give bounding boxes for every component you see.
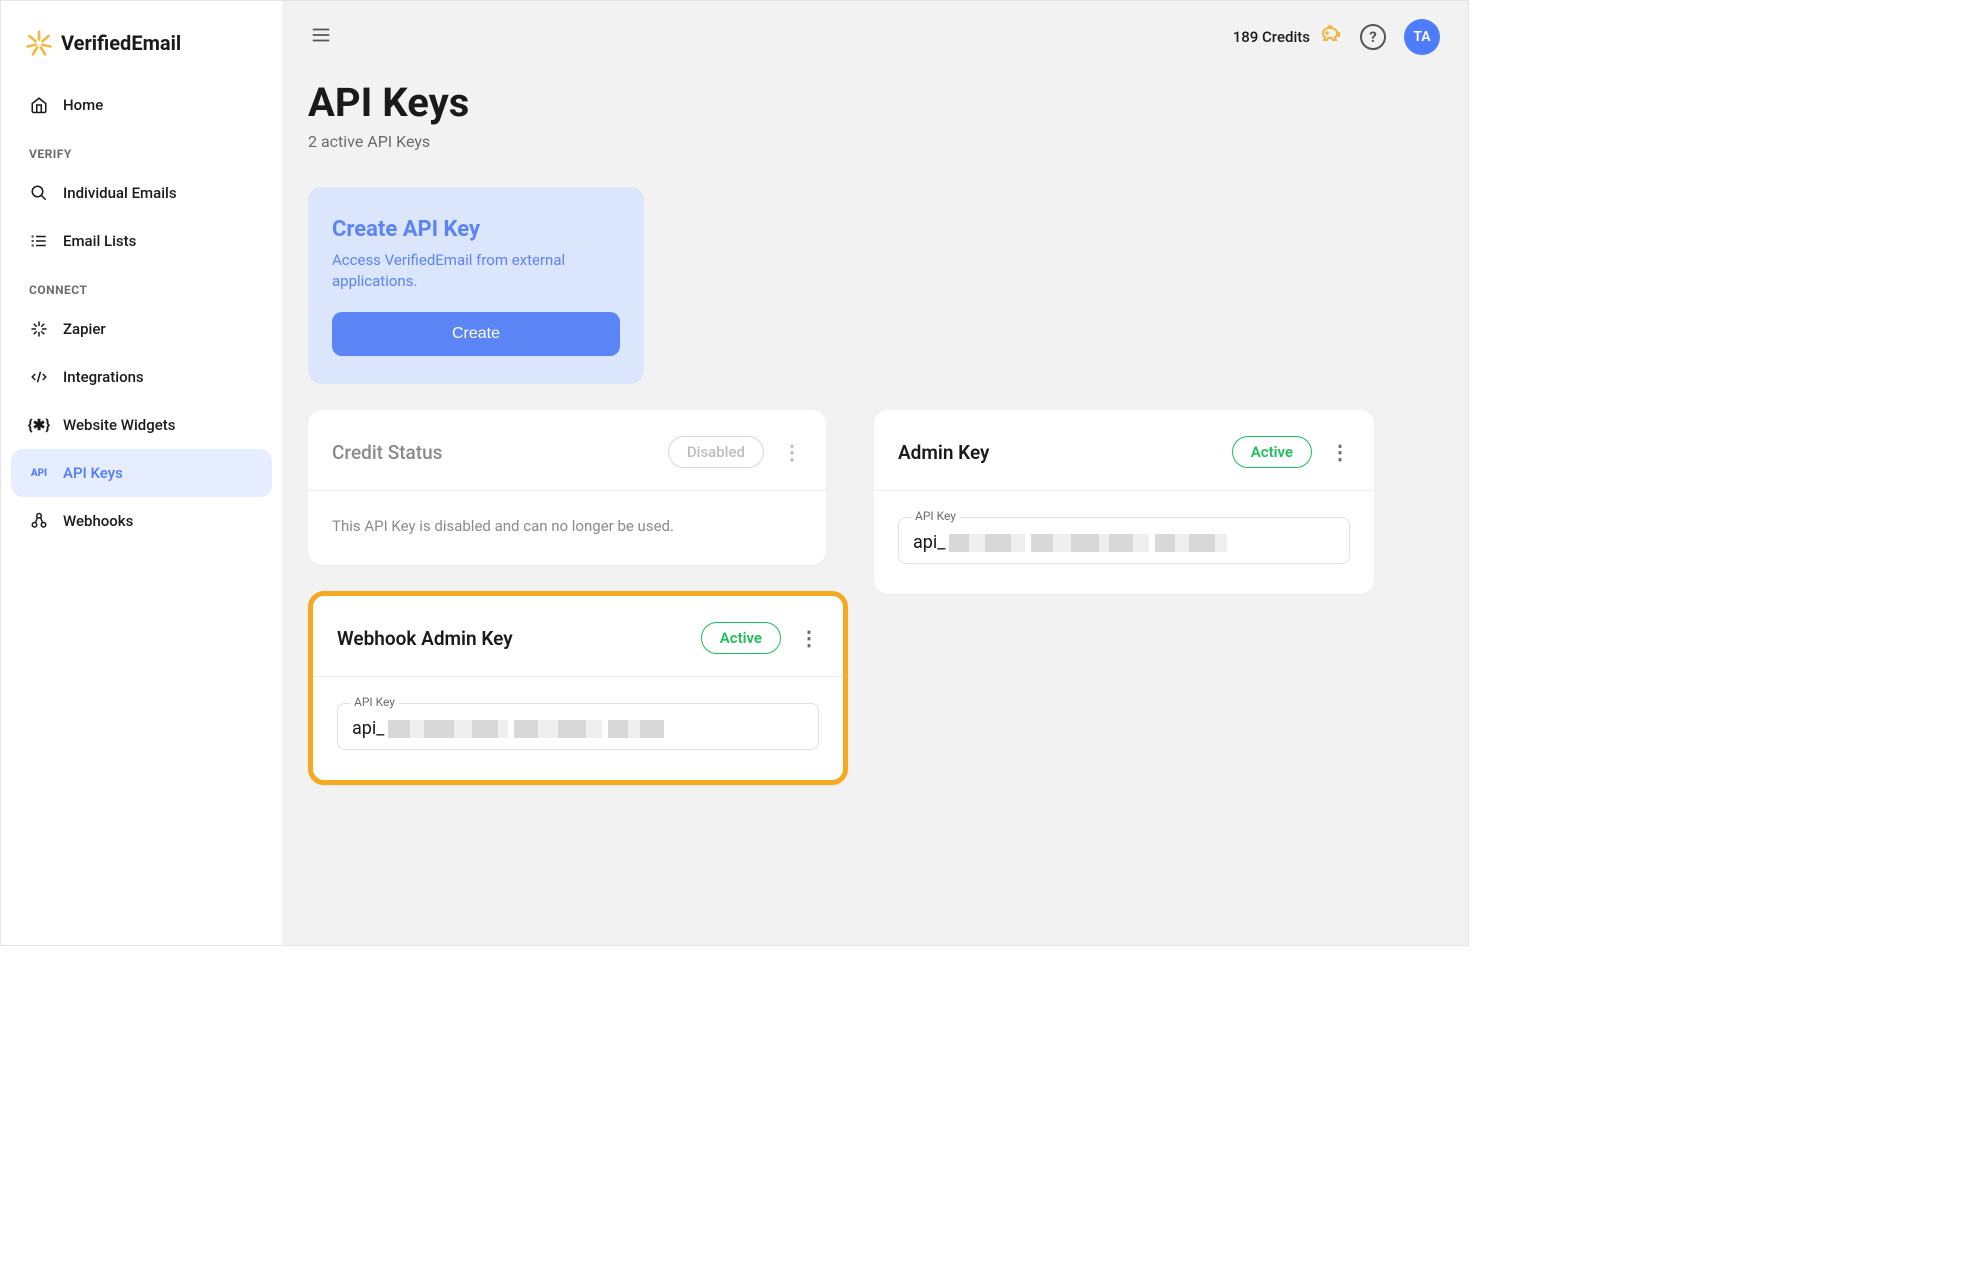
sidebar-item-label: Individual Emails: [63, 184, 177, 202]
brand-logo[interactable]: VerifiedEmail: [11, 21, 272, 81]
create-button[interactable]: Create: [332, 312, 620, 356]
user-avatar[interactable]: TA: [1404, 19, 1440, 55]
logo-mark-icon: [25, 29, 53, 57]
sidebar-item-label: Webhooks: [63, 512, 133, 530]
create-card-title: Create API Key: [332, 217, 620, 242]
card-title: Credit Status: [332, 441, 442, 464]
sidebar-item-label: Integrations: [63, 368, 144, 386]
sidebar-item-label: Website Widgets: [63, 416, 175, 434]
api-key-field[interactable]: API Key api_: [898, 517, 1350, 564]
sidebar-item-individual-emails[interactable]: Individual Emails: [11, 169, 272, 217]
key-prefix: api_: [352, 718, 384, 739]
sidebar-section-connect: CONNECT: [11, 265, 272, 305]
zapier-icon: [29, 319, 49, 339]
help-button[interactable]: ?: [1360, 24, 1386, 50]
redacted-key-value: [388, 720, 664, 738]
field-label: API Key: [350, 695, 399, 709]
api-key-card-admin: Admin Key Active ⋮ API Key api_: [874, 410, 1374, 594]
sidebar-item-label: Zapier: [63, 320, 106, 338]
api-key-card-credit-status: Credit Status Disabled ⋮ This API Key is…: [308, 410, 826, 565]
sidebar-item-label: Email Lists: [63, 232, 136, 250]
api-icon: API: [29, 463, 49, 483]
status-badge: Active: [701, 622, 781, 654]
redacted-key-value: [949, 534, 1227, 552]
page-title: API Keys: [308, 79, 1442, 126]
sidebar-item-zapier[interactable]: Zapier: [11, 305, 272, 353]
status-badge: Disabled: [668, 436, 764, 468]
menu-toggle-button[interactable]: [310, 24, 332, 50]
field-label: API Key: [911, 509, 960, 523]
create-card-description: Access VerifiedEmail from external appli…: [332, 250, 620, 292]
create-api-key-card: Create API Key Access VerifiedEmail from…: [308, 187, 644, 384]
braces-icon: {✱}: [29, 415, 49, 435]
sidebar-item-home[interactable]: Home: [11, 81, 272, 129]
card-title: Admin Key: [898, 441, 990, 464]
topbar: 189 Credits ? TA: [282, 1, 1468, 73]
brand-name: VerifiedEmail: [61, 31, 181, 55]
main-area: 189 Credits ? TA API Keys 2 active API K…: [282, 1, 1468, 945]
status-badge: Active: [1232, 436, 1312, 468]
sidebar-item-label: Home: [63, 96, 103, 114]
sidebar-item-website-widgets[interactable]: {✱} Website Widgets: [11, 401, 272, 449]
piggy-bank-icon: [1318, 23, 1342, 51]
card-menu-button[interactable]: ⋮: [1330, 440, 1350, 464]
api-key-field[interactable]: API Key api_: [337, 703, 819, 750]
sidebar: VerifiedEmail Home VERIFY Individual Ema…: [1, 1, 282, 945]
sidebar-item-api-keys[interactable]: API API Keys: [11, 449, 272, 497]
card-title: Webhook Admin Key: [337, 627, 513, 650]
sidebar-item-integrations[interactable]: Integrations: [11, 353, 272, 401]
sidebar-item-webhooks[interactable]: Webhooks: [11, 497, 272, 545]
card-body-message: This API Key is disabled and can no long…: [308, 491, 826, 565]
sidebar-item-label: API Keys: [63, 464, 123, 482]
credits-text: 189 Credits: [1233, 28, 1310, 46]
page-subtitle: 2 active API Keys: [308, 132, 1442, 151]
card-menu-button[interactable]: ⋮: [799, 626, 819, 650]
home-icon: [29, 95, 49, 115]
key-prefix: api_: [913, 532, 945, 553]
sidebar-item-email-lists[interactable]: Email Lists: [11, 217, 272, 265]
webhook-icon: [29, 511, 49, 531]
list-icon: [29, 231, 49, 251]
search-icon: [29, 183, 49, 203]
credits-display[interactable]: 189 Credits: [1233, 23, 1342, 51]
api-key-card-webhook-admin: Webhook Admin Key Active ⋮ API Key: [308, 591, 848, 785]
more-icon: ⋮: [782, 440, 802, 464]
sidebar-section-verify: VERIFY: [11, 129, 272, 169]
code-icon: [29, 367, 49, 387]
